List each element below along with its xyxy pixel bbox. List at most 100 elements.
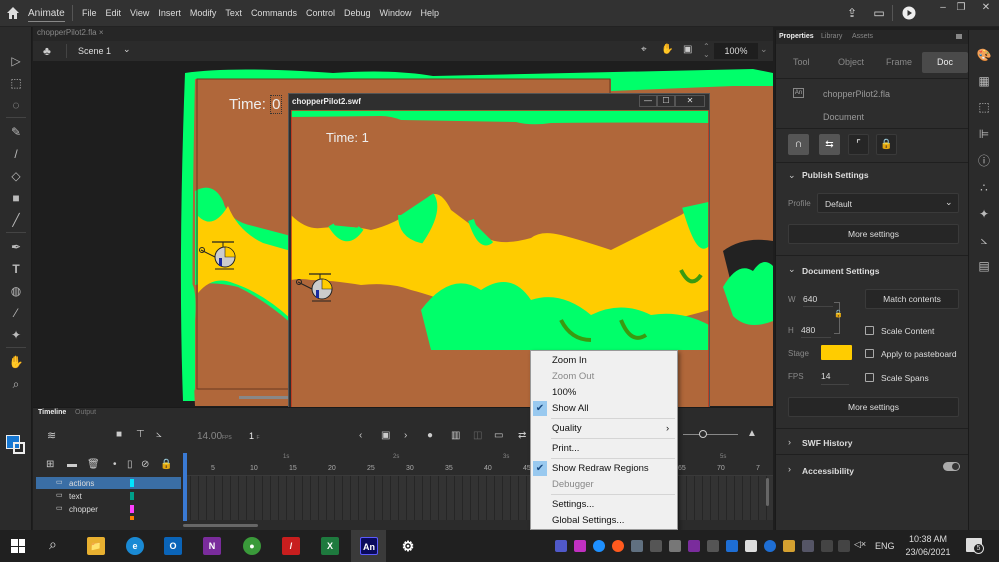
tab-library[interactable]: Library bbox=[821, 33, 842, 40]
document-settings-header[interactable]: Document Settings bbox=[802, 266, 879, 276]
chevron-down-icon[interactable]: ⌄ bbox=[788, 264, 796, 275]
layer-row[interactable]: ▭ text bbox=[36, 490, 181, 502]
document-tab[interactable]: chopperPilot2.fla × bbox=[37, 28, 104, 37]
paint-brush-tool-icon[interactable]: ✎ bbox=[8, 124, 24, 140]
lock-layers-icon[interactable]: 🔒 bbox=[160, 459, 172, 470]
line-tool-icon[interactable]: ╱ bbox=[8, 212, 24, 228]
align-panel-icon[interactable]: ⊫ bbox=[976, 126, 992, 142]
chevron-right-icon[interactable]: › bbox=[788, 437, 791, 447]
doc-more-settings-button[interactable]: More settings bbox=[788, 397, 959, 417]
windows-start-icon[interactable] bbox=[11, 539, 25, 553]
code-snippets-icon[interactable]: ✦ bbox=[976, 206, 992, 222]
slider-handle[interactable] bbox=[699, 430, 707, 438]
menu-item-zoom-in[interactable]: Zoom In bbox=[531, 353, 677, 368]
tray-app-icon[interactable] bbox=[650, 540, 662, 552]
menu-debug[interactable]: Debug bbox=[344, 8, 371, 18]
acrobat-icon[interactable]: / bbox=[282, 537, 300, 555]
swf-history-header[interactable]: SWF History bbox=[802, 438, 853, 448]
settings-gear-icon[interactable]: ⚙ bbox=[399, 537, 417, 555]
info-panel-icon[interactable]: ⓘ bbox=[976, 153, 992, 169]
menu-view[interactable]: View bbox=[130, 8, 149, 18]
subtab-tool[interactable]: Tool bbox=[793, 57, 810, 67]
window-close-button[interactable]: ✕ bbox=[975, 2, 997, 14]
accessibility-header[interactable]: Accessibility bbox=[802, 466, 854, 476]
subtab-doc[interactable]: Doc bbox=[922, 52, 968, 73]
swf-close-button[interactable]: ✕ bbox=[675, 95, 705, 107]
menu-insert[interactable]: Insert bbox=[158, 8, 181, 18]
scene-icon[interactable]: ♣ bbox=[43, 44, 51, 58]
layers-icon[interactable]: ≋ bbox=[47, 429, 56, 442]
new-folder-icon[interactable]: ▬ bbox=[67, 459, 77, 470]
volume-muted-icon[interactable]: ◁× bbox=[854, 539, 866, 550]
scene-dropdown-icon[interactable]: ⌄ bbox=[123, 44, 131, 55]
layer-color-swatch[interactable] bbox=[130, 516, 134, 520]
apply-to-pasteboard-checkbox[interactable] bbox=[865, 349, 874, 358]
signal-icon[interactable] bbox=[669, 540, 681, 552]
tray-app-icon[interactable] bbox=[783, 540, 795, 552]
tab-timeline[interactable]: Timeline bbox=[38, 409, 66, 416]
fps-input[interactable]: 14 bbox=[821, 371, 849, 385]
layer-color-swatch[interactable] bbox=[130, 479, 134, 487]
scale-spans-checkbox[interactable] bbox=[865, 373, 874, 382]
chevron-down-icon[interactable]: ⌄ bbox=[788, 170, 796, 181]
rotate-stage-icon[interactable]: ✋ bbox=[661, 44, 673, 55]
menu-item-show-all[interactable]: ✔ Show All bbox=[531, 401, 677, 416]
motion-editor-icon[interactable]: ⦣ bbox=[976, 232, 992, 248]
zoom-tool-icon[interactable]: ⌕ bbox=[8, 376, 24, 392]
lock-icon[interactable]: 🔒 bbox=[876, 134, 897, 155]
tray-app-icon[interactable] bbox=[707, 540, 719, 552]
tray-app-icon[interactable] bbox=[631, 540, 643, 552]
swf-maximize-button[interactable]: ☐ bbox=[657, 95, 675, 107]
menu-item-quality[interactable]: Quality › bbox=[531, 421, 677, 436]
tray-app-icon[interactable] bbox=[726, 540, 738, 552]
clip-stage-icon[interactable]: ▣ bbox=[683, 44, 692, 55]
outlook-icon[interactable]: O bbox=[164, 537, 182, 555]
menu-text[interactable]: Text bbox=[225, 8, 242, 18]
subtab-frame[interactable]: Frame bbox=[886, 57, 912, 67]
excel-icon[interactable]: X bbox=[321, 537, 339, 555]
eraser-tool-icon[interactable]: ◇ bbox=[8, 168, 24, 184]
playhead[interactable] bbox=[183, 453, 187, 521]
publish-settings-header[interactable]: Publish Settings bbox=[802, 170, 869, 180]
notifications-icon[interactable]: 5 bbox=[966, 538, 984, 554]
eyedropper-tool-icon[interactable]: ⁄ bbox=[8, 305, 24, 321]
insert-keyframe-icon[interactable]: ▣ bbox=[381, 430, 390, 441]
onedrive-icon[interactable] bbox=[593, 540, 605, 552]
layer-parenting-icon[interactable]: ⊤ bbox=[136, 429, 145, 440]
timeline-vertical-scrollbar[interactable] bbox=[766, 478, 769, 506]
selection-tool-icon[interactable]: ▷ bbox=[8, 53, 24, 69]
brush-tool-icon[interactable]: / bbox=[8, 146, 24, 162]
height-input[interactable]: 480 bbox=[801, 325, 831, 338]
fill-color-swatch[interactable] bbox=[13, 442, 25, 454]
tab-output[interactable]: Output bbox=[75, 409, 96, 416]
motion-presets-icon[interactable]: ∴ bbox=[976, 180, 992, 196]
layer-row[interactable]: ▭ actions bbox=[36, 477, 181, 489]
loop-icon[interactable]: ⇄ bbox=[518, 430, 526, 441]
menu-edit[interactable]: Edit bbox=[106, 8, 122, 18]
time-ruler[interactable]: 1s 2s 3s 5s 5 10 15 20 25 30 35 40 45 65… bbox=[183, 453, 773, 476]
menu-file[interactable]: File bbox=[82, 8, 97, 18]
snap-to-objects-icon[interactable]: ∩ bbox=[788, 134, 809, 155]
zoom-to-fit-icon[interactable]: ▲ bbox=[747, 428, 757, 439]
center-stage-icon[interactable]: ⌖ bbox=[641, 44, 647, 55]
pin-tool-icon[interactable]: ✦ bbox=[8, 327, 24, 343]
lasso-tool-icon[interactable]: ◌ bbox=[8, 97, 24, 113]
transform-panel-icon[interactable]: ⬚ bbox=[976, 99, 992, 115]
menu-help[interactable]: Help bbox=[421, 8, 440, 18]
menu-window[interactable]: Window bbox=[380, 8, 412, 18]
subtab-object[interactable]: Object bbox=[838, 57, 864, 67]
teams-icon[interactable] bbox=[555, 540, 567, 552]
scene-name[interactable]: Scene 1 bbox=[78, 46, 111, 56]
test-movie-play-icon[interactable] bbox=[902, 6, 916, 20]
zoom-stepper-icon[interactable]: ⌃ ⌄ bbox=[703, 43, 710, 59]
onion-skin-icon[interactable]: ● bbox=[427, 430, 433, 441]
menu-item-100-percent[interactable]: 100% bbox=[531, 385, 677, 400]
layer-row[interactable] bbox=[36, 516, 181, 520]
paint-bucket-tool-icon[interactable]: ◍ bbox=[8, 283, 24, 299]
layer-color-swatch[interactable] bbox=[130, 505, 134, 513]
tab-assets[interactable]: Assets bbox=[852, 33, 873, 40]
timeline-zoom-slider[interactable] bbox=[683, 430, 738, 438]
outline-icon[interactable]: ▯ bbox=[127, 459, 133, 470]
free-transform-tool-icon[interactable]: ⬚ bbox=[8, 75, 24, 91]
hide-layers-icon[interactable]: ⊘ bbox=[141, 459, 149, 470]
